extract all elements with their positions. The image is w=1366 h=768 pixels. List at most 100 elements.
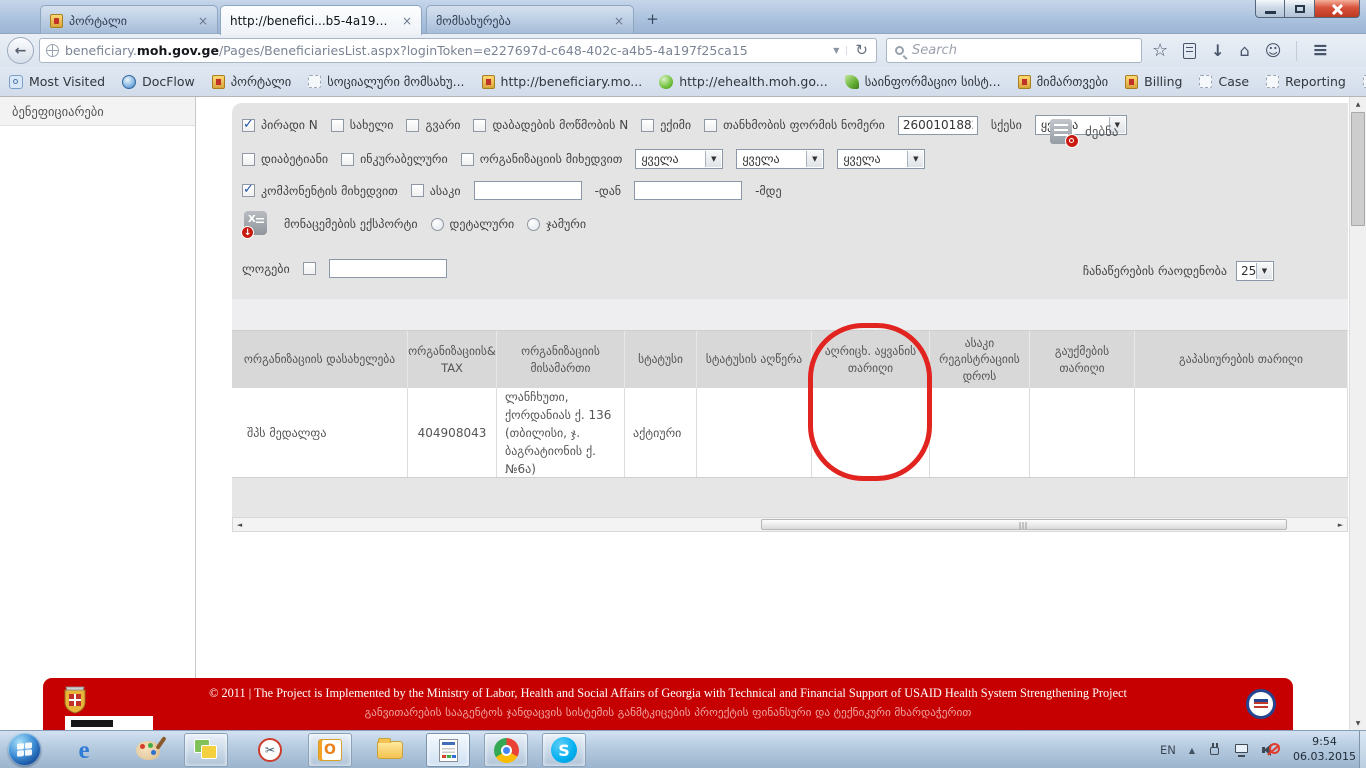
- horizontal-scroll-thumb[interactable]: [761, 519, 1287, 530]
- col-header-org-address[interactable]: ორგანიზაციის მისამართი: [497, 331, 625, 388]
- logs-input[interactable]: [329, 259, 447, 278]
- url-dropdown-icon[interactable]: ▼: [826, 46, 847, 55]
- bookmark-reporting[interactable]: Reporting: [1266, 74, 1346, 89]
- home-icon[interactable]: ⌂: [1240, 43, 1250, 59]
- downloads-icon[interactable]: ↓: [1211, 43, 1224, 59]
- sidebar-item-beneficiaries[interactable]: ბენეფიციარები: [0, 97, 195, 126]
- taskbar-active-document-app[interactable]: [426, 733, 470, 767]
- scroll-up-icon[interactable]: ▲: [1350, 97, 1366, 111]
- records-count-select[interactable]: 25▼: [1236, 261, 1274, 281]
- organization-select-1[interactable]: ყველა▼: [635, 149, 723, 169]
- scroll-right-icon[interactable]: ►: [1334, 518, 1347, 531]
- green-globe-icon: [659, 75, 673, 89]
- bookmark-star-icon[interactable]: ☆: [1152, 42, 1168, 60]
- tab-portal[interactable]: პორტალი ×: [40, 5, 218, 35]
- by-organization-checkbox[interactable]: [461, 153, 474, 166]
- organization-select-2[interactable]: ყველა▼: [736, 149, 824, 169]
- col-header-org-tax[interactable]: ორგანიზაციის& TAX: [408, 331, 497, 388]
- taskbar-skype[interactable]: S: [542, 733, 586, 767]
- from-suffix-label: -დან: [595, 184, 622, 198]
- tab-services[interactable]: მომსახურება ×: [426, 5, 634, 35]
- bookmark-docflow[interactable]: DocFlow: [122, 74, 195, 89]
- tray-expand-icon[interactable]: ▲: [1189, 746, 1195, 755]
- bookmarks-menu-icon[interactable]: [1183, 43, 1196, 59]
- vertical-scroll-thumb[interactable]: [1351, 112, 1365, 226]
- taskbar-window-switcher[interactable]: [184, 733, 228, 767]
- age-from-input[interactable]: [474, 181, 582, 200]
- footer-georgian-line: განვითარების სააგენტოს ჯანდაცვის სისტემი…: [113, 706, 1223, 719]
- col-header-status-desc[interactable]: სტატუსის აღწერა: [697, 331, 812, 388]
- taskbar-explorer[interactable]: [368, 733, 412, 767]
- bookmark-beneficiary[interactable]: http://beneficiary.mo...: [482, 74, 643, 89]
- tab-close-icon[interactable]: ×: [614, 15, 624, 27]
- bookmark-case[interactable]: Case: [1199, 74, 1249, 89]
- surname-checkbox[interactable]: [406, 119, 419, 132]
- age-to-input[interactable]: [634, 181, 742, 200]
- taskbar-paint[interactable]: [126, 733, 170, 767]
- bookmark-billing[interactable]: Billing: [1125, 74, 1182, 89]
- total-radio[interactable]: [527, 218, 540, 231]
- col-header-org-name[interactable]: ორგანიზაციის დასახელება: [232, 331, 408, 388]
- back-button[interactable]: ←: [7, 37, 34, 64]
- power-plug-icon[interactable]: [1208, 743, 1221, 757]
- organization-select-3[interactable]: ყველა▼: [837, 149, 925, 169]
- red-circle-annotation: [808, 323, 932, 481]
- show-desktop-button[interactable]: [1359, 731, 1366, 768]
- detailed-radio[interactable]: [431, 218, 444, 231]
- network-icon[interactable]: [1234, 743, 1249, 757]
- reload-icon[interactable]: ↻: [847, 43, 870, 58]
- consent-form-checkbox[interactable]: [704, 119, 717, 132]
- col-header-passivation-date[interactable]: გაპასიურების თარიღი: [1135, 331, 1348, 388]
- taskbar-snipping-tool[interactable]: ✂: [248, 733, 292, 767]
- filter-label: კომპონენტის მიხედვით: [261, 184, 398, 198]
- doctor-checkbox[interactable]: [641, 119, 654, 132]
- col-header-cancel-date[interactable]: გაუქმების თარიღი: [1030, 331, 1135, 388]
- excel-export-icon[interactable]: X ↓: [242, 211, 269, 237]
- tab-beneficiaries[interactable]: http://benefici...b5-4a197f25ca15 ×: [220, 5, 422, 35]
- diabetic-checkbox[interactable]: [242, 153, 255, 166]
- table-row[interactable]: შპს მედალფა 404908043 ლანჩხუთი, ქორდანია…: [232, 388, 1348, 478]
- incurable-checkbox[interactable]: [341, 153, 354, 166]
- age-checkbox[interactable]: [411, 184, 424, 197]
- by-component-checkbox[interactable]: [242, 184, 255, 197]
- col-header-age-at-registration[interactable]: ასაკი რეგისტრაციის დროს: [930, 331, 1030, 388]
- vertical-scrollbar[interactable]: ▲ ▼: [1349, 97, 1366, 730]
- bookmark-referrals[interactable]: მიმართვები: [1018, 74, 1109, 89]
- birth-cert-checkbox[interactable]: [473, 119, 486, 132]
- logs-row: ლოგები: [242, 259, 447, 278]
- bookmark-social-service[interactable]: სოციალური მომსახუ...: [308, 74, 464, 89]
- clock[interactable]: 9:54 06.03.2015: [1293, 735, 1356, 765]
- taskbar-internet-explorer[interactable]: e: [62, 733, 106, 767]
- new-tab-button[interactable]: +: [640, 9, 665, 30]
- restore-button[interactable]: [1285, 0, 1314, 18]
- placeholder-icon: [308, 75, 321, 88]
- search-button[interactable]: ძებნა: [1050, 119, 1119, 146]
- consent-form-input[interactable]: [898, 116, 978, 135]
- col-header-status[interactable]: სტატუსი: [625, 331, 697, 388]
- scroll-left-icon[interactable]: ◄: [233, 518, 246, 531]
- url-bar[interactable]: beneficiary.moh.gov.ge/Pages/Beneficiari…: [39, 38, 877, 63]
- tab-close-icon[interactable]: ×: [402, 15, 412, 27]
- hello-smiley-icon[interactable]: ☺: [1265, 43, 1282, 59]
- horizontal-scrollbar[interactable]: ◄ ►: [232, 517, 1348, 532]
- scroll-down-icon[interactable]: ▼: [1350, 716, 1366, 730]
- bookmark-ehealth[interactable]: http://ehealth.moh.go...: [659, 74, 828, 89]
- volume-muted-icon[interactable]: [1262, 743, 1280, 758]
- menu-icon[interactable]: ≡: [1312, 41, 1328, 60]
- filter-label: დაბადების მოწმობის N: [492, 118, 628, 132]
- name-checkbox[interactable]: [331, 119, 344, 132]
- close-window-button[interactable]: [1314, 0, 1360, 18]
- tab-close-icon[interactable]: ×: [198, 15, 208, 27]
- bookmark-portal[interactable]: პორტალი: [212, 74, 291, 89]
- minimize-button[interactable]: [1255, 0, 1285, 18]
- logs-checkbox[interactable]: [303, 262, 316, 275]
- taskbar-outlook[interactable]: O: [308, 733, 352, 767]
- start-button[interactable]: [8, 733, 41, 766]
- bookmark-most-visited[interactable]: Most Visited: [9, 74, 105, 89]
- taskbar-chrome[interactable]: [484, 733, 528, 767]
- personal-n-checkbox[interactable]: [242, 119, 255, 132]
- coat-of-arms-icon: [212, 75, 225, 89]
- bookmark-info-system[interactable]: საინფორმაციო სისტ...: [845, 74, 1001, 89]
- search-bar[interactable]: Search: [886, 38, 1142, 63]
- language-indicator[interactable]: EN: [1160, 743, 1176, 757]
